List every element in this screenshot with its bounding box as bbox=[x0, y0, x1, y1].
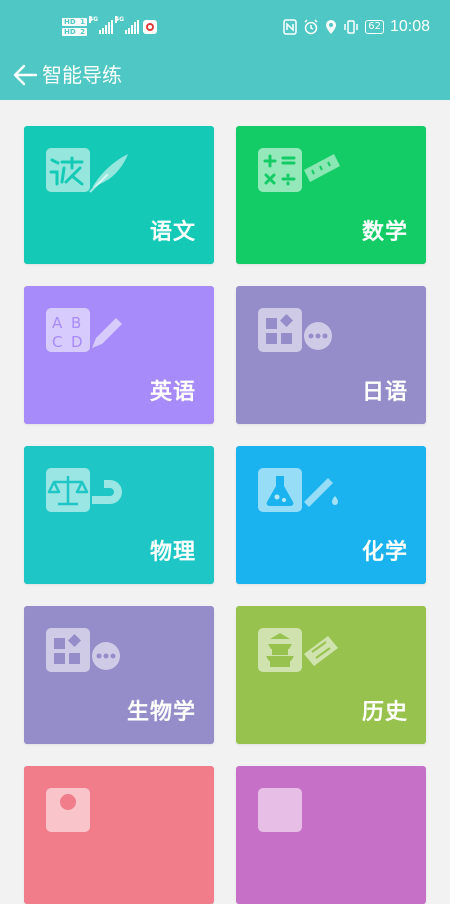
svg-text:A: A bbox=[52, 314, 63, 332]
subject-card-english[interactable]: A B C D 英语 bbox=[24, 286, 214, 424]
battery-indicator: 62 bbox=[365, 20, 384, 34]
subject-label: 语文 bbox=[149, 220, 196, 245]
subject-label: 英语 bbox=[149, 380, 196, 405]
arrow-left-icon[interactable] bbox=[10, 60, 40, 90]
svg-text:D: D bbox=[71, 333, 83, 351]
signal-2-icon: 4G bbox=[114, 16, 139, 34]
sim-indicators: HD 1 HD 2 bbox=[62, 17, 87, 37]
subject-label: 物理 bbox=[149, 540, 196, 565]
signal-1-icon: 4G bbox=[88, 16, 113, 34]
alarm-icon bbox=[304, 19, 318, 35]
subject-label: 历史 bbox=[361, 700, 408, 725]
pagoda-scroll-icon bbox=[258, 628, 338, 672]
subject-card-japanese[interactable]: 日语 bbox=[236, 286, 426, 424]
app-notification-icon bbox=[142, 20, 157, 34]
flask-tube-icon bbox=[258, 468, 338, 512]
subject-label: 生物学 bbox=[126, 700, 196, 725]
abcd-pencil-icon: A B C D bbox=[46, 308, 122, 352]
network-indicators: HD 1 HD 2 4G 4G bbox=[62, 14, 157, 40]
subject-card-partial-1[interactable] bbox=[24, 766, 214, 904]
status-bar: HD 1 HD 2 4G 4G 62 10:08 bbox=[0, 0, 450, 52]
chinese-writing-icon bbox=[46, 148, 128, 193]
subject-card-chinese[interactable]: 语文 bbox=[24, 126, 214, 264]
shapes-dots-icon bbox=[46, 628, 120, 672]
sim2-label: HD 2 bbox=[62, 28, 87, 36]
shapes-dots-icon bbox=[258, 308, 332, 352]
subject-label: 化学 bbox=[361, 540, 408, 565]
partial-icon bbox=[258, 788, 302, 832]
sim1-label: HD 1 bbox=[62, 18, 87, 26]
location-icon bbox=[326, 20, 337, 34]
svg-text:B: B bbox=[71, 314, 81, 332]
system-indicators: 62 10:08 bbox=[283, 14, 430, 40]
app-bar: 智能导练 bbox=[0, 52, 450, 100]
status-time: 10:08 bbox=[389, 18, 430, 35]
vibrate-icon bbox=[344, 20, 358, 34]
subject-card-physics[interactable]: 物理 bbox=[24, 446, 214, 584]
subject-card-partial-2[interactable] bbox=[236, 766, 426, 904]
svg-text:C: C bbox=[52, 333, 62, 351]
math-ruler-icon bbox=[258, 148, 340, 192]
subject-card-biology[interactable]: 生物学 bbox=[24, 606, 214, 744]
subject-label: 日语 bbox=[361, 380, 408, 405]
partial-icon bbox=[46, 788, 90, 832]
page-title: 智能导练 bbox=[42, 63, 122, 87]
subject-card-history[interactable]: 历史 bbox=[236, 606, 426, 744]
subject-card-math[interactable]: 数学 bbox=[236, 126, 426, 264]
subject-card-chemistry[interactable]: 化学 bbox=[236, 446, 426, 584]
scale-magnet-icon bbox=[46, 468, 122, 512]
subject-label: 数学 bbox=[361, 220, 408, 245]
nfc-icon bbox=[283, 19, 297, 35]
